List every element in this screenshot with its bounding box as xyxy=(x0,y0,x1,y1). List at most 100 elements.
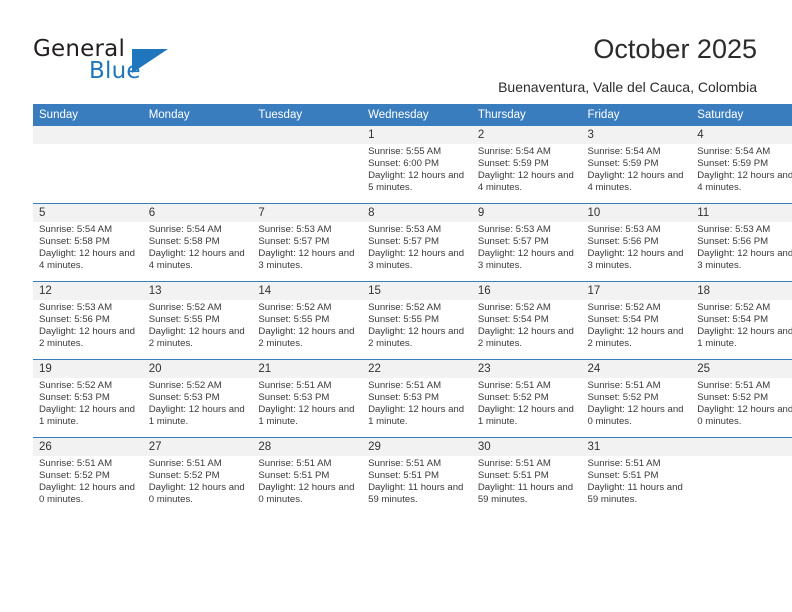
day-number: 2 xyxy=(471,126,582,144)
sunrise-text: Sunrise: 5:53 AM xyxy=(587,224,661,235)
day-details: Sunrise: 5:51 AM Sunset: 5:53 PM Daylight:… xyxy=(252,378,362,428)
daylight-text: Daylight: 12 hours and 0 minutes. xyxy=(39,482,135,506)
calendar-day-cell-empty xyxy=(142,126,253,204)
day-number: 23 xyxy=(471,360,582,378)
sunset-text: Sunset: 5:58 PM xyxy=(148,236,220,248)
day-number: 18 xyxy=(691,282,792,300)
day-details: Sunrise: 5:52 AM Sunset: 5:54 PM Daylight:… xyxy=(582,300,692,350)
calendar-day-cell[interactable]: 31 Sunrise: 5:51 AM Sunset: 5:51 PM Dayligh… xyxy=(581,437,692,515)
calendar-day-cell[interactable]: 18 Sunrise: 5:52 AM Sunset: 5:54 PM Dayligh… xyxy=(691,281,792,360)
day-number: 14 xyxy=(252,282,363,300)
daylight-text: Daylight: 12 hours and 1 minute. xyxy=(368,404,465,428)
sunset-text: Sunset: 5:53 PM xyxy=(39,392,110,404)
sunset-text: Sunset: 5:55 PM xyxy=(258,314,330,326)
day-number: 19 xyxy=(33,360,143,378)
sunset-text: Sunset: 5:57 PM xyxy=(477,236,549,248)
calendar-day-cell[interactable]: 26 Sunrise: 5:51 AM Sunset: 5:52 PM Dayligh… xyxy=(33,437,143,515)
daylight-text: Daylight: 12 hours and 3 minutes. xyxy=(587,248,684,272)
daylight-text: Daylight: 12 hours and 0 minutes. xyxy=(148,482,245,506)
calendar-day-cell[interactable]: 6 Sunrise: 5:54 AM Sunset: 5:58 PM Daylight… xyxy=(142,203,253,282)
day-number: 5 xyxy=(33,204,143,222)
calendar-day-cell[interactable]: 5 Sunrise: 5:54 AM Sunset: 5:58 PM Daylight… xyxy=(33,203,143,282)
calendar-day-cell[interactable]: 25 Sunrise: 5:51 AM Sunset: 5:52 PM Dayligh… xyxy=(691,359,792,438)
sunrise-text: Sunrise: 5:52 AM xyxy=(258,302,332,313)
sunrise-text: Sunrise: 5:52 AM xyxy=(368,302,442,313)
day-number: 30 xyxy=(471,438,582,456)
sunrise-text: Sunrise: 5:54 AM xyxy=(148,224,222,235)
calendar-day-cell[interactable]: 22 Sunrise: 5:51 AM Sunset: 5:53 PM Dayligh… xyxy=(362,359,472,438)
day-number: 1 xyxy=(362,126,472,144)
daylight-text: Daylight: 12 hours and 4 minutes. xyxy=(587,170,684,194)
calendar-day-cell[interactable]: 30 Sunrise: 5:51 AM Sunset: 5:51 PM Dayligh… xyxy=(471,437,582,515)
calendar-week-row: 12 Sunrise: 5:53 AM Sunset: 5:56 PM Dayligh… xyxy=(33,281,792,360)
calendar-day-cell[interactable]: 8 Sunrise: 5:53 AM Sunset: 5:57 PM Daylight… xyxy=(362,203,472,282)
daylight-text: Daylight: 12 hours and 3 minutes. xyxy=(697,248,792,272)
weekday-header-wednesday: Wednesday xyxy=(362,104,472,126)
sunrise-text: Sunrise: 5:51 AM xyxy=(368,458,442,469)
sunset-text: Sunset: 5:52 PM xyxy=(39,470,110,482)
calendar-day-cell[interactable]: 13 Sunrise: 5:52 AM Sunset: 5:55 PM Dayligh… xyxy=(142,281,253,360)
sunrise-text: Sunrise: 5:54 AM xyxy=(697,146,771,157)
calendar-day-cell[interactable]: 28 Sunrise: 5:51 AM Sunset: 5:51 PM Dayligh… xyxy=(252,437,363,515)
calendar-day-cell[interactable]: 14 Sunrise: 5:52 AM Sunset: 5:55 PM Dayligh… xyxy=(252,281,363,360)
sunrise-text: Sunrise: 5:52 AM xyxy=(39,380,113,391)
calendar-day-cell[interactable]: 23 Sunrise: 5:51 AM Sunset: 5:52 PM Dayligh… xyxy=(471,359,582,438)
calendar-day-cell[interactable]: 3 Sunrise: 5:54 AM Sunset: 5:59 PM Daylight… xyxy=(581,126,692,204)
sunrise-text: Sunrise: 5:51 AM xyxy=(258,458,332,469)
sunrise-text: Sunrise: 5:51 AM xyxy=(477,380,551,391)
calendar-day-cell[interactable]: 16 Sunrise: 5:52 AM Sunset: 5:54 PM Dayligh… xyxy=(471,281,582,360)
day-details: Sunrise: 5:54 AM Sunset: 5:59 PM Daylight:… xyxy=(582,144,692,194)
sunrise-text: Sunrise: 5:54 AM xyxy=(39,224,113,235)
calendar-day-cell[interactable]: 15 Sunrise: 5:52 AM Sunset: 5:55 PM Dayligh… xyxy=(362,281,472,360)
sunset-text: Sunset: 5:51 PM xyxy=(368,470,440,482)
day-number: 22 xyxy=(362,360,472,378)
day-details: Sunrise: 5:51 AM Sunset: 5:51 PM Daylight:… xyxy=(252,456,362,506)
calendar-day-cell[interactable]: 9 Sunrise: 5:53 AM Sunset: 5:57 PM Daylight… xyxy=(471,203,582,282)
calendar-day-cell[interactable]: 17 Sunrise: 5:52 AM Sunset: 5:54 PM Dayligh… xyxy=(581,281,692,360)
calendar-day-cell[interactable]: 20 Sunrise: 5:52 AM Sunset: 5:53 PM Dayligh… xyxy=(142,359,253,438)
day-number xyxy=(252,126,363,144)
sunset-text: Sunset: 5:51 PM xyxy=(477,470,549,482)
day-number: 28 xyxy=(252,438,363,456)
daylight-text: Daylight: 12 hours and 4 minutes. xyxy=(697,170,792,194)
daylight-text: Daylight: 12 hours and 3 minutes. xyxy=(477,248,574,272)
calendar-day-cell[interactable]: 21 Sunrise: 5:51 AM Sunset: 5:53 PM Dayligh… xyxy=(252,359,363,438)
calendar-day-cell[interactable]: 24 Sunrise: 5:51 AM Sunset: 5:52 PM Dayligh… xyxy=(581,359,692,438)
calendar-day-cell[interactable]: 4 Sunrise: 5:54 AM Sunset: 5:59 PM Daylight… xyxy=(691,126,792,204)
calendar-day-cell[interactable]: 10 Sunrise: 5:53 AM Sunset: 5:56 PM Dayligh… xyxy=(581,203,692,282)
day-details: Sunrise: 5:52 AM Sunset: 5:54 PM Daylight:… xyxy=(472,300,582,350)
weekday-header-saturday: Saturday xyxy=(691,104,792,126)
day-details: Sunrise: 5:51 AM Sunset: 5:51 PM Daylight:… xyxy=(472,456,582,506)
calendar-day-cell[interactable]: 7 Sunrise: 5:53 AM Sunset: 5:57 PM Daylight… xyxy=(252,203,363,282)
sunset-text: Sunset: 5:53 PM xyxy=(258,392,330,404)
sunrise-text: Sunrise: 5:53 AM xyxy=(39,302,113,313)
sunset-text: Sunset: 5:54 PM xyxy=(587,314,659,326)
calendar-day-cell[interactable]: 12 Sunrise: 5:53 AM Sunset: 5:56 PM Dayligh… xyxy=(33,281,143,360)
calendar-day-cell[interactable]: 19 Sunrise: 5:52 AM Sunset: 5:53 PM Dayligh… xyxy=(33,359,143,438)
sunset-text: Sunset: 5:59 PM xyxy=(587,158,659,170)
calendar-day-cell[interactable]: 29 Sunrise: 5:51 AM Sunset: 5:51 PM Dayligh… xyxy=(362,437,472,515)
daylight-text: Daylight: 12 hours and 1 minute. xyxy=(477,404,574,428)
day-details: Sunrise: 5:51 AM Sunset: 5:51 PM Daylight:… xyxy=(582,456,692,506)
day-details: Sunrise: 5:53 AM Sunset: 5:56 PM Daylight:… xyxy=(691,222,792,272)
sunrise-text: Sunrise: 5:52 AM xyxy=(148,302,222,313)
day-number: 9 xyxy=(471,204,582,222)
weekday-header-friday: Friday xyxy=(581,104,692,126)
calendar-day-cell[interactable]: 1 Sunrise: 5:55 AM Sunset: 6:00 PM Daylight… xyxy=(362,126,472,204)
calendar-day-cell[interactable]: 11 Sunrise: 5:53 AM Sunset: 5:56 PM Dayligh… xyxy=(691,203,792,282)
general-blue-logo[interactable]: General Blue xyxy=(33,36,203,86)
sunset-text: Sunset: 5:52 PM xyxy=(148,470,220,482)
day-number: 26 xyxy=(33,438,143,456)
daylight-text: Daylight: 11 hours and 59 minutes. xyxy=(587,482,683,506)
calendar-day-cell[interactable]: 2 Sunrise: 5:54 AM Sunset: 5:59 PM Daylight… xyxy=(471,126,582,204)
calendar-day-cell[interactable]: 27 Sunrise: 5:51 AM Sunset: 5:52 PM Dayligh… xyxy=(142,437,253,515)
calendar-day-cell-empty xyxy=(691,437,792,515)
day-details: Sunrise: 5:54 AM Sunset: 5:58 PM Daylight:… xyxy=(33,222,143,272)
day-details: Sunrise: 5:51 AM Sunset: 5:52 PM Daylight:… xyxy=(33,456,143,506)
sunrise-text: Sunrise: 5:51 AM xyxy=(258,380,332,391)
daylight-text: Daylight: 12 hours and 5 minutes. xyxy=(368,170,465,194)
weekday-header-monday: Monday xyxy=(142,104,253,126)
calendar-day-cell-empty xyxy=(252,126,363,204)
day-number: 6 xyxy=(142,204,253,222)
weekday-header-tuesday: Tuesday xyxy=(252,104,363,126)
